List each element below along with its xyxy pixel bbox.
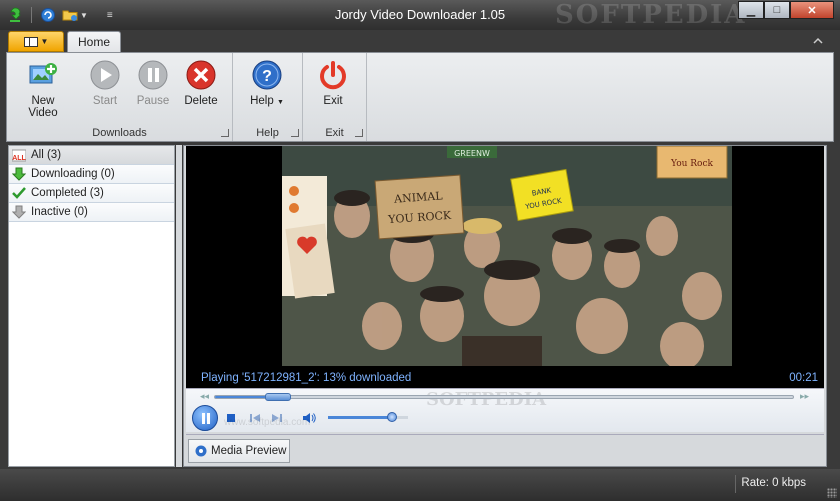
group-launcher-icon[interactable] bbox=[221, 129, 229, 137]
media-preview-pane: ANIMAL YOU ROCK BANK YOU ROCK You Rock G… bbox=[183, 145, 827, 467]
ribbon-group-exit: Exit Exit bbox=[303, 53, 367, 141]
preview-tab-strip: Media Preview bbox=[186, 434, 824, 466]
chevron-down-icon: ▼ bbox=[40, 37, 49, 46]
exit-label: Exit bbox=[323, 95, 343, 107]
tab-home[interactable]: Home bbox=[67, 31, 121, 53]
app-menu-icon bbox=[23, 36, 38, 47]
close-icon[interactable]: ✕ bbox=[790, 1, 834, 19]
window-title: Jordy Video Downloader 1.05 bbox=[334, 7, 506, 22]
softpedia-watermark: SOFTPEDIA bbox=[426, 389, 547, 410]
seek-bar[interactable] bbox=[214, 393, 794, 401]
power-icon bbox=[317, 59, 349, 91]
svg-text:ALL: ALL bbox=[12, 155, 26, 162]
tab-media-preview[interactable]: Media Preview bbox=[188, 439, 290, 463]
playback-status-text: Playing '517212981_2': 13% downloaded bbox=[201, 372, 412, 384]
playback-time: 00:21 bbox=[789, 372, 818, 384]
category-inactive[interactable]: Inactive (0) bbox=[9, 203, 174, 222]
ribbon-group-downloads: New Video Start Pause Delete Downloads bbox=[7, 53, 233, 141]
status-bar: Rate: 0 kbps bbox=[0, 469, 840, 501]
new-video-icon bbox=[27, 59, 59, 91]
window-controls: ▁ □ ✕ bbox=[738, 1, 834, 19]
pause-icon bbox=[137, 59, 169, 91]
media-preview-icon bbox=[195, 445, 207, 457]
transfer-rate: Rate: 0 kbps bbox=[741, 477, 806, 489]
minimize-icon[interactable]: ▁ bbox=[738, 1, 764, 19]
seek-back-icon[interactable]: ◂◂ bbox=[200, 391, 209, 402]
resize-grip-icon[interactable] bbox=[827, 488, 837, 498]
help-icon: ? bbox=[251, 59, 283, 91]
downloads-group-label: Downloads bbox=[92, 127, 147, 139]
completed-icon bbox=[11, 185, 27, 201]
ribbon-tab-row: ▼ Home bbox=[0, 30, 840, 53]
pause-button[interactable]: Pause bbox=[127, 57, 179, 113]
title-bar: ▼ ≡ SOFTPEDIA Jordy Video Downloader 1.0… bbox=[0, 0, 840, 30]
pane-splitter[interactable] bbox=[176, 145, 182, 467]
seek-forward-icon[interactable]: ▸▸ bbox=[800, 391, 809, 402]
exit-button[interactable]: Exit bbox=[307, 57, 359, 113]
video-area[interactable]: ANIMAL YOU ROCK BANK YOU ROCK You Rock G… bbox=[186, 146, 824, 368]
playback-status-bar: Playing '517212981_2': 13% downloaded 00… bbox=[186, 368, 824, 388]
help-button[interactable]: ? Help ▼ bbox=[241, 57, 293, 113]
all-icon: ALL bbox=[11, 147, 27, 163]
player-controls: SOFTPEDIA ◂◂ ▸▸ www.softpedia.com bbox=[186, 388, 824, 432]
category-list: ALL All (3) Downloading (0) Completed (3… bbox=[8, 145, 175, 467]
svg-text:?: ? bbox=[262, 68, 272, 85]
category-label: All (3) bbox=[31, 149, 62, 161]
category-label: Inactive (0) bbox=[31, 206, 88, 218]
pause-label: Pause bbox=[136, 95, 170, 107]
ribbon-group-help: ? Help ▼ Help bbox=[233, 53, 303, 141]
delete-label: Delete bbox=[184, 95, 218, 107]
svg-text:GREENW: GREENW bbox=[454, 149, 490, 158]
help-label: Help ▼ bbox=[250, 95, 284, 107]
media-preview-label: Media Preview bbox=[211, 445, 287, 457]
status-separator bbox=[735, 475, 736, 493]
softpedia-watermark-url: www.softpedia.com bbox=[224, 417, 311, 428]
group-launcher-icon[interactable] bbox=[291, 129, 299, 137]
maximize-icon[interactable]: □ bbox=[764, 1, 790, 19]
category-completed[interactable]: Completed (3) bbox=[9, 184, 174, 203]
downloading-icon bbox=[11, 166, 27, 182]
delete-button[interactable]: Delete bbox=[175, 57, 227, 113]
group-launcher-icon[interactable] bbox=[355, 129, 363, 137]
inactive-icon bbox=[11, 204, 27, 220]
start-button[interactable]: Start bbox=[79, 57, 131, 113]
app-menu-button[interactable]: ▼ bbox=[8, 31, 64, 52]
new-video-button[interactable]: New Video bbox=[17, 57, 69, 119]
delete-icon bbox=[185, 59, 217, 91]
play-icon bbox=[89, 59, 121, 91]
video-frame: ANIMAL YOU ROCK BANK YOU ROCK You Rock G… bbox=[282, 146, 732, 366]
pause-icon[interactable] bbox=[192, 405, 218, 431]
category-downloading[interactable]: Downloading (0) bbox=[9, 165, 174, 184]
volume-level bbox=[328, 416, 392, 419]
start-label: Start bbox=[92, 95, 118, 107]
volume-thumb[interactable] bbox=[387, 412, 397, 422]
ribbon-minimize-icon[interactable] bbox=[810, 33, 826, 49]
category-all[interactable]: ALL All (3) bbox=[9, 146, 174, 165]
ribbon: New Video Start Pause Delete Downloads ? bbox=[6, 52, 834, 142]
svg-text:You Rock: You Rock bbox=[670, 159, 713, 169]
seek-thumb[interactable] bbox=[265, 393, 291, 401]
category-label: Completed (3) bbox=[31, 187, 104, 199]
category-label: Downloading (0) bbox=[31, 168, 115, 180]
new-video-label: New Video bbox=[28, 95, 58, 119]
